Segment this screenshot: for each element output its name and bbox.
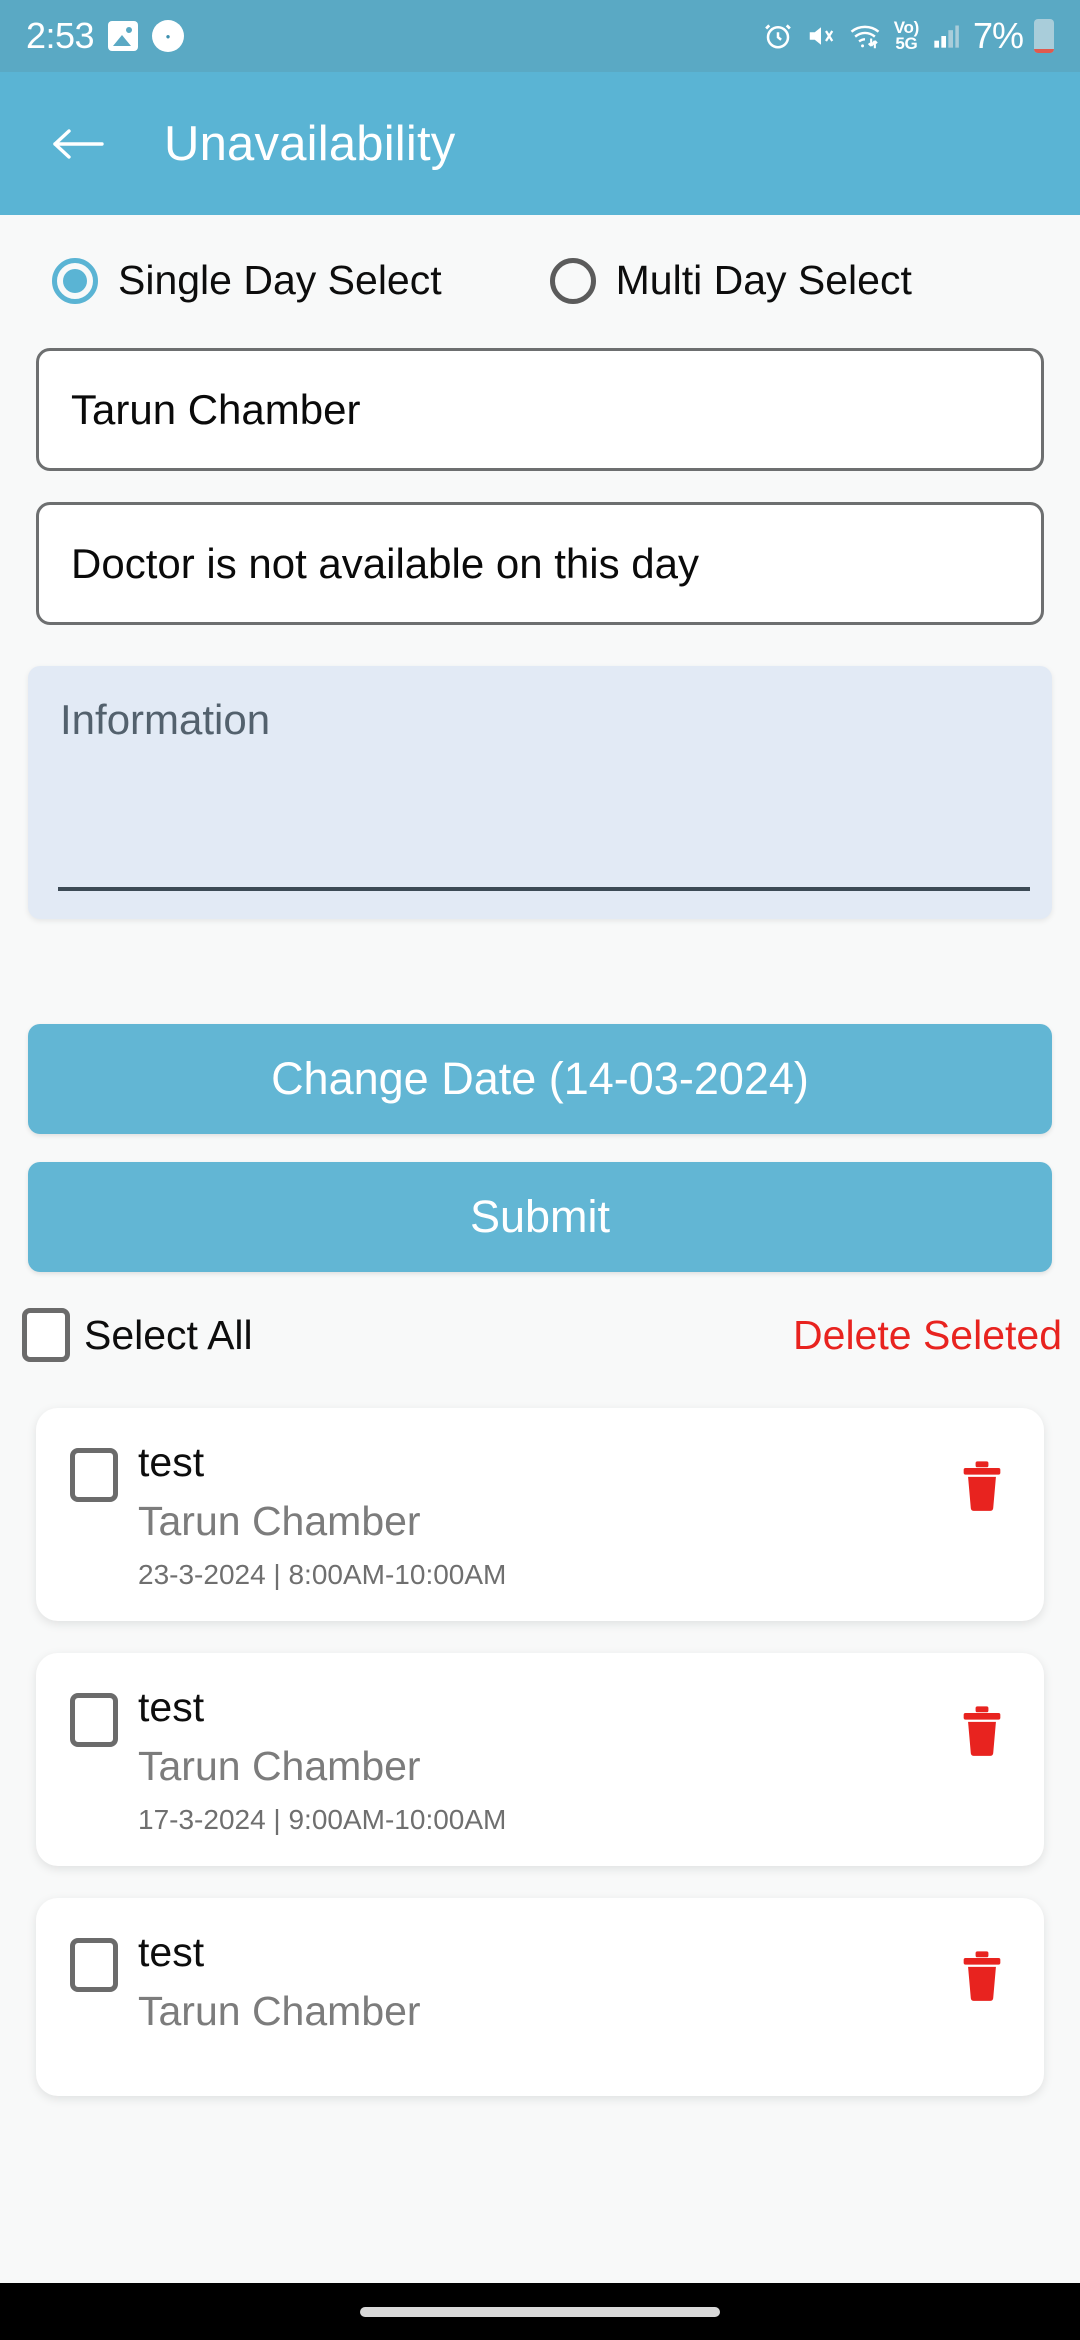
page-title: Unavailability [164,116,456,171]
cell-signal-icon [932,22,960,50]
system-navigation-bar [0,2283,1080,2340]
list-item-body: test Tarun Chamber 23-3-2024 | 8:00AM-10… [138,1442,960,1591]
radio-multi-day-select[interactable]: Multi Day Select [549,257,912,304]
information-placeholder: Information [60,696,271,743]
trash-icon [963,1951,1001,2002]
list-item-checkbox[interactable] [70,1938,118,1993]
information-textarea[interactable]: Information [28,666,1052,919]
list-item[interactable]: test Tarun Chamber 23-3-2024 | 8:00AM-10… [36,1408,1044,1622]
list-item-title: test [138,1929,205,1976]
radio-dot-icon [63,268,87,293]
list-item[interactable]: test Tarun Chamber 17-3-2024 | 9:00AM-10… [36,1653,1044,1867]
select-all-label: Select All [84,1311,253,1358]
list-item-title: test [138,1439,205,1485]
reason-value: Doctor is not available on this day [71,539,700,587]
status-bar-left: 2:53 ● [26,15,185,57]
trash-icon [963,1461,1001,1511]
list-item-chamber: Tarun Chamber [138,1988,421,2035]
gallery-icon [108,21,139,51]
list-item-checkbox[interactable] [70,1693,118,1748]
battery-percent-label: 7% [972,15,1024,56]
volte-5g-icon: Vo) 5G [893,17,920,53]
list-item-chamber: Tarun Chamber [138,1498,421,1544]
battery-icon [1034,19,1054,53]
submit-label: Submit [469,1191,611,1242]
list-item-meta: 23-3-2024 | 8:00AM-10:00AM [138,1559,507,1591]
arrow-left-icon [53,128,104,159]
reason-field[interactable]: Doctor is not available on this day [36,502,1044,625]
unavailability-list: test Tarun Chamber 23-3-2024 | 8:00AM-10… [0,1408,1080,2097]
delete-item-button[interactable] [960,1705,1004,1762]
list-item-body: test Tarun Chamber 17-3-2024 | 9:00AM-10… [138,1687,960,1836]
list-item[interactable]: test Tarun Chamber [36,1898,1044,2097]
trash-icon [963,1706,1001,1756]
change-date-label: Change Date (14-03-2024) [271,1053,809,1104]
page-content: Single Day Select Multi Day Select Tarun… [0,215,1080,2340]
mode-select-group: Single Day Select Multi Day Select [0,215,1080,304]
list-item-meta: 17-3-2024 | 9:00AM-10:00AM [138,1804,507,1836]
delete-selected-button[interactable]: Delete Seleted [793,1312,1062,1359]
radio-single-day-select[interactable]: Single Day Select [52,257,442,304]
delete-item-button[interactable] [960,1460,1004,1517]
list-item-title: test [138,1684,205,1731]
chamber-field[interactable]: Tarun Chamber [36,348,1044,471]
list-item-body: test Tarun Chamber [138,1932,960,2049]
bulk-action-bar: Select All Delete Seleted [0,1308,1080,1362]
app-bar: Unavailability [0,72,1080,215]
wifi-icon [849,21,881,51]
list-item-chamber: Tarun Chamber [138,1743,421,1790]
app-badge-icon: ● [152,20,185,52]
radio-label-multi-day: Multi Day Select [615,257,912,303]
mute-icon [806,21,836,51]
status-bar: 2:53 ● Vo) 5G 7% [0,0,1080,72]
alarm-icon [763,21,793,51]
information-underline [58,887,1030,891]
list-item-checkbox[interactable] [70,1448,118,1502]
status-bar-clock: 2:53 [26,15,95,56]
back-button[interactable] [48,114,108,174]
submit-button[interactable]: Submit [28,1162,1052,1272]
radio-button-icon[interactable] [549,257,596,304]
app-screen: 2:53 ● Vo) 5G 7% Unavailability Single D… [0,0,1080,2340]
change-date-button[interactable]: Change Date (14-03-2024) [28,1024,1052,1134]
radio-button-icon[interactable] [52,257,98,304]
delete-item-button[interactable] [960,1950,1004,2007]
chamber-value: Tarun Chamber [71,385,361,433]
select-all-checkbox[interactable] [22,1308,70,1362]
home-gesture-pill[interactable] [360,2306,720,2317]
radio-label-single-day: Single Day Select [118,257,442,303]
status-bar-right: Vo) 5G 7% [763,15,1054,57]
